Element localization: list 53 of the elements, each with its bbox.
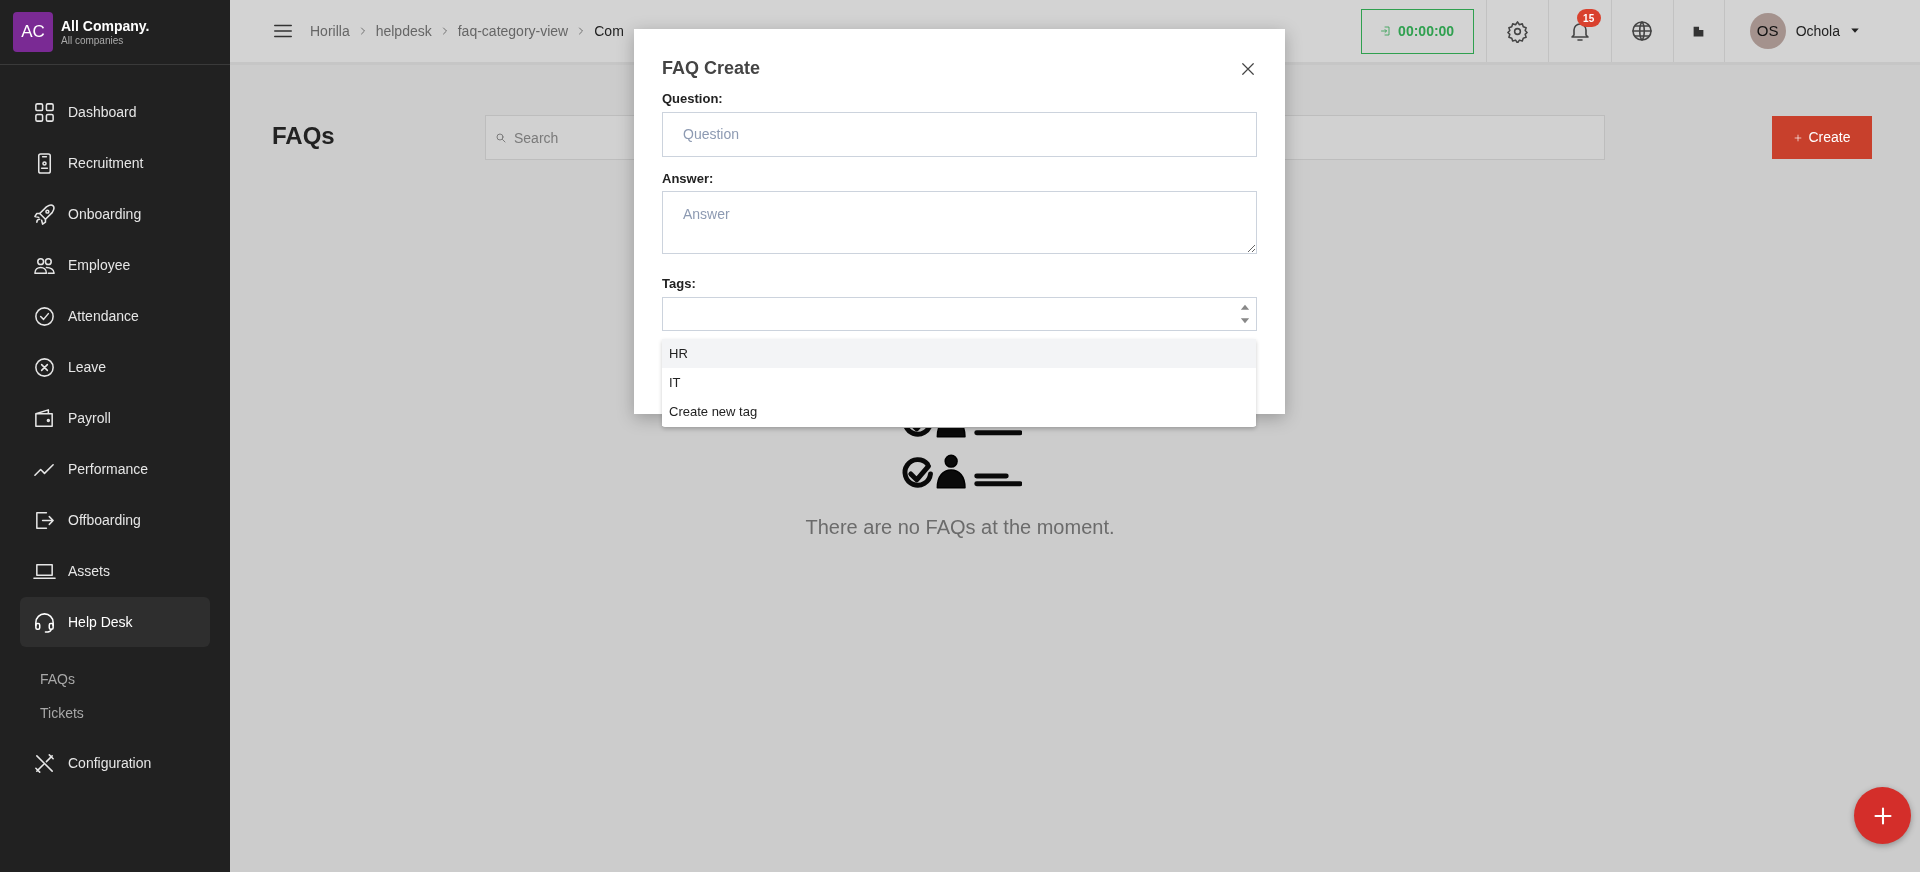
breadcrumb-link[interactable]: faq-category-view: [457, 20, 569, 42]
plus-icon: [1793, 132, 1804, 143]
breadcrumb-link[interactable]: Com: [594, 20, 624, 42]
sidebar-item[interactable]: Payroll: [20, 393, 210, 443]
field-label: Question:: [662, 90, 724, 108]
sidebar-item[interactable]: Help Desk: [20, 597, 210, 647]
sidebar-item[interactable]: Configuration: [20, 738, 210, 788]
dropdown-option[interactable]: HR: [662, 339, 1256, 368]
tags-field[interactable]: [662, 296, 1257, 331]
globe-icon[interactable]: [1630, 19, 1655, 43]
plus-icon: [1872, 805, 1893, 826]
answer-field[interactable]: Answer: [662, 191, 1257, 254]
question-field[interactable]: Question: [662, 111, 1257, 157]
field-label: Tags:: [662, 275, 697, 293]
sidebar-item[interactable]: Assets: [20, 546, 210, 596]
company-name: All Company.: [61, 17, 150, 35]
create-button[interactable]: Create: [1772, 116, 1872, 159]
breadcrumb-link[interactable]: helpdesk: [375, 20, 432, 42]
sidebar-item[interactable]: Leave: [20, 342, 210, 392]
user-name[interactable]: Ochola: [1795, 20, 1840, 42]
sidebar-item[interactable]: Attendance: [20, 291, 210, 341]
headset-icon: [33, 610, 56, 634]
rocket-icon: [33, 202, 56, 226]
search-icon: [495, 132, 507, 144]
breadcrumb-link[interactable]: Horilla: [310, 20, 350, 42]
settings-icon[interactable]: [1505, 19, 1529, 43]
dropdown-option[interactable]: IT: [662, 368, 1256, 397]
company-subtitle: All companies: [61, 35, 125, 47]
grid-icon: [33, 100, 56, 124]
submenu-item[interactable]: FAQs: [40, 669, 210, 689]
add-button[interactable]: [1854, 787, 1911, 844]
user-avatar[interactable]: OS: [1749, 13, 1786, 49]
notification-badge: 15: [1576, 9, 1601, 27]
sidebar-item[interactable]: Performance: [20, 444, 210, 494]
company-badge: AC: [13, 12, 53, 52]
wallet-icon: [33, 406, 56, 430]
submenu-item[interactable]: Tickets: [40, 703, 210, 723]
check-circle-icon: [33, 304, 56, 328]
empty-state-message: There are no FAQs at the moment.: [805, 515, 1115, 540]
clock-in-icon: [1380, 25, 1393, 37]
building-icon[interactable]: [1692, 24, 1706, 38]
x-circle-icon: [33, 355, 56, 379]
sidebar-item[interactable]: Employee: [20, 240, 210, 290]
sidebar-item[interactable]: Onboarding: [20, 189, 210, 239]
sidebar-item[interactable]: Offboarding: [20, 495, 210, 545]
sidebar-item[interactable]: Recruitment: [20, 138, 210, 188]
field-label: Answer:: [662, 169, 715, 188]
dropdown-option[interactable]: Create new tag: [662, 397, 1256, 426]
spin-arrows-icon: [1240, 302, 1250, 325]
tools-icon: [33, 751, 56, 775]
modal-title: FAQ Create: [662, 57, 761, 80]
page-title: FAQs: [272, 121, 336, 151]
sidebar-item[interactable]: Dashboard: [20, 87, 210, 137]
